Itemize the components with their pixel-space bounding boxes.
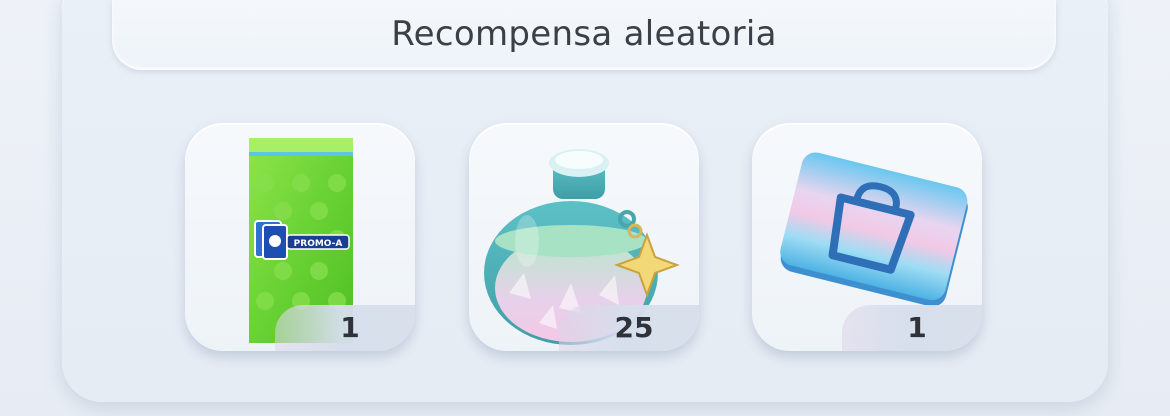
reward-quantity: 25 [614,311,654,344]
reward-item-promo-pack[interactable]: PROMO-A 1 [185,123,415,351]
promo-badge-text: PROMO-A [294,239,343,249]
page-title: Recompensa aleatoria [391,14,777,54]
reward-quantity: 1 [907,311,927,344]
reward-quantity: 1 [340,311,360,344]
title-bar: Recompensa aleatoria [112,0,1056,70]
reward-item-shinedust[interactable]: 25 [469,123,699,351]
reward-item-shop-ticket[interactable]: 1 [752,123,982,351]
